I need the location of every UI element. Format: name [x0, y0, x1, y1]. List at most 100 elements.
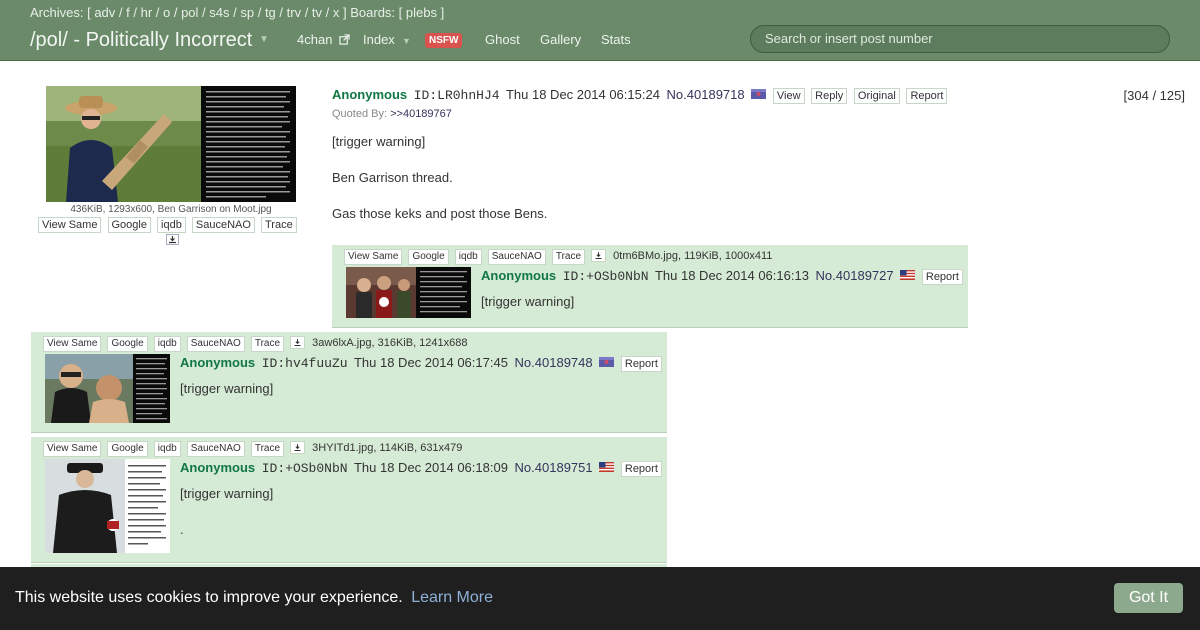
archive-link-tv[interactable]: tv — [312, 5, 322, 20]
download-icon[interactable] — [166, 234, 179, 245]
quoted-by-link[interactable]: >>40189767 — [390, 108, 452, 120]
quoted-by-label: Quoted By: — [332, 108, 388, 120]
op-thumbnail-image[interactable] — [46, 86, 296, 202]
reply-message: [trigger warning] — [180, 382, 273, 418]
reply-file-bar: View Same Google iqdb SauceNAO Trace 3aw… — [43, 336, 468, 352]
download-icon[interactable] — [290, 441, 306, 454]
reply-file-info[interactable]: 3HYITd1.jpg, 114KiB, 631x479 — [312, 442, 462, 454]
google-button[interactable]: Google — [107, 336, 148, 352]
search-input[interactable]: Search or insert post number — [750, 25, 1170, 53]
cookie-message-text: This website uses cookies to improve you… — [15, 589, 403, 606]
archive-link-o[interactable]: o — [163, 5, 170, 20]
archive-link-f[interactable]: f — [126, 5, 130, 20]
iqdb-button[interactable]: iqdb — [153, 336, 181, 352]
archive-link-adv[interactable]: adv — [94, 5, 115, 20]
archive-link-hr[interactable]: hr — [141, 5, 153, 20]
post-datetime: Thu 18 Dec 2014 06:15:24 — [505, 87, 660, 102]
trace-button[interactable]: Trace — [250, 336, 285, 352]
reply-thumbnail-image[interactable] — [346, 267, 471, 318]
poster-id[interactable]: ID:LR0hnHJ4 — [414, 88, 500, 103]
top-header: Archives: [ adv / f / hr / o / pol / s4s… — [0, 0, 1200, 61]
reply-post: View Same Google iqdb SauceNAO Trace 3HY… — [31, 437, 667, 563]
cookie-message: This website uses cookies to improve you… — [15, 589, 493, 607]
report-button[interactable]: Report — [620, 356, 662, 372]
view-same-button[interactable]: View Same — [344, 249, 403, 265]
download-icon[interactable] — [290, 336, 306, 349]
reply-thumbnail-image[interactable] — [45, 354, 170, 423]
poster-id[interactable]: ID:hv4fuuZu — [262, 356, 348, 371]
nsfw-badge: NSFW — [425, 33, 463, 48]
view-same-button[interactable]: View Same — [43, 441, 102, 457]
reply-header: Anonymous ID:+OSb0NbN Thu 18 Dec 2014 06… — [180, 460, 665, 477]
archive-link-sp[interactable]: sp — [240, 5, 254, 20]
view-same-button[interactable]: View Same — [43, 336, 102, 352]
saucenao-button[interactable]: SauceNAO — [186, 336, 245, 352]
nav-index-link[interactable]: Index — [363, 32, 395, 47]
poster-name: Anonymous — [481, 268, 557, 283]
post-number-link[interactable]: No.40189751 — [515, 460, 593, 475]
reply-file-info[interactable]: 0tm6BMo.jpg, 119KiB, 1000x411 — [613, 250, 772, 262]
message-line: [trigger warning] — [180, 381, 274, 396]
google-button[interactable]: Google — [107, 441, 148, 457]
flag-icon — [751, 89, 767, 99]
nav-gallery-link[interactable]: Gallery — [540, 32, 581, 47]
poster-name: Anonymous — [180, 460, 256, 475]
archive-link-pol[interactable]: pol — [181, 5, 198, 20]
op-google-button[interactable]: Google — [107, 217, 151, 233]
got-it-button[interactable]: Got It — [1114, 583, 1183, 613]
report-button[interactable]: Report — [620, 461, 662, 477]
download-icon[interactable] — [591, 249, 607, 262]
nav-stats-link[interactable]: Stats — [601, 32, 631, 47]
reply-thumbnail-image[interactable] — [45, 459, 170, 553]
poster-name: Anonymous — [332, 87, 408, 102]
op-iqdb-button[interactable]: iqdb — [157, 217, 186, 233]
message-line: Ben Garrison thread. — [332, 170, 453, 185]
archive-link-s4s[interactable]: s4s — [209, 5, 229, 20]
poster-id[interactable]: ID:+OSb0NbN — [262, 461, 348, 476]
board-link-plebs[interactable]: plebs — [406, 5, 437, 20]
poster-id[interactable]: ID:+OSb0NbN — [563, 269, 649, 284]
board-title[interactable]: /pol/ - Politically Incorrect — [30, 29, 252, 52]
op-trace-button[interactable]: Trace — [261, 217, 297, 233]
op-message: [trigger warning] Ben Garrison thread. G… — [332, 135, 547, 243]
op-view-same-button[interactable]: View Same — [38, 217, 102, 233]
us-flag-icon — [599, 462, 615, 472]
reply-post: View Same Google iqdb SauceNAO Trace 3aw… — [31, 332, 667, 433]
post-number-link[interactable]: No.40189727 — [816, 268, 894, 283]
iqdb-button[interactable]: iqdb — [153, 441, 181, 457]
google-button[interactable]: Google — [408, 249, 449, 265]
reply-image-counter: [304 / 125] — [1123, 88, 1185, 103]
report-button[interactable]: Report — [906, 88, 948, 104]
reply-file-bar: View Same Google iqdb SauceNAO Trace 3HY… — [43, 441, 462, 457]
saucenao-button[interactable]: SauceNAO — [487, 249, 546, 265]
op-post-header: Anonymous ID:LR0hnHJ4 Thu 18 Dec 2014 06… — [332, 87, 950, 104]
reply-header: Anonymous ID:+OSb0NbN Thu 18 Dec 2014 06… — [481, 268, 966, 285]
boards-close-bracket: ] — [440, 5, 445, 20]
learn-more-link[interactable]: Learn More — [411, 589, 493, 606]
message-line: [trigger warning] — [180, 486, 274, 501]
nav-ghost-link[interactable]: Ghost — [485, 32, 520, 47]
reply-button[interactable]: Reply — [811, 88, 848, 104]
archive-link-x[interactable]: x — [333, 5, 340, 20]
reply-file-info[interactable]: 3aw6lxA.jpg, 316KiB, 1241x688 — [312, 337, 467, 349]
flag-icon — [599, 357, 615, 367]
archive-link-tg[interactable]: tg — [265, 5, 276, 20]
index-caret-icon[interactable]: ▼ — [402, 36, 411, 46]
trace-button[interactable]: Trace — [250, 441, 285, 457]
iqdb-button[interactable]: iqdb — [454, 249, 482, 265]
archives-label: Archives: [ — [30, 5, 91, 20]
op-file-info: 436KiB, 1293x600, Ben Garrison on Moot.j… — [70, 204, 272, 215]
archive-link-trv[interactable]: trv — [287, 5, 301, 20]
post-number-link[interactable]: No.40189718 — [667, 87, 745, 102]
view-button[interactable]: View — [772, 88, 805, 104]
board-caret-icon[interactable]: ▼ — [259, 34, 269, 45]
saucenao-button[interactable]: SauceNAO — [186, 441, 245, 457]
boards-line: Archives: [ adv / f / hr / o / pol / s4s… — [30, 5, 445, 20]
original-button[interactable]: Original — [853, 88, 900, 104]
nav-4chan-link[interactable]: 4chan — [297, 32, 350, 47]
op-saucenao-button[interactable]: SauceNAO — [191, 217, 255, 233]
report-button[interactable]: Report — [921, 269, 963, 285]
quoted-by: Quoted By: >>40189767 — [332, 108, 452, 120]
trace-button[interactable]: Trace — [551, 249, 586, 265]
post-number-link[interactable]: No.40189748 — [515, 355, 593, 370]
